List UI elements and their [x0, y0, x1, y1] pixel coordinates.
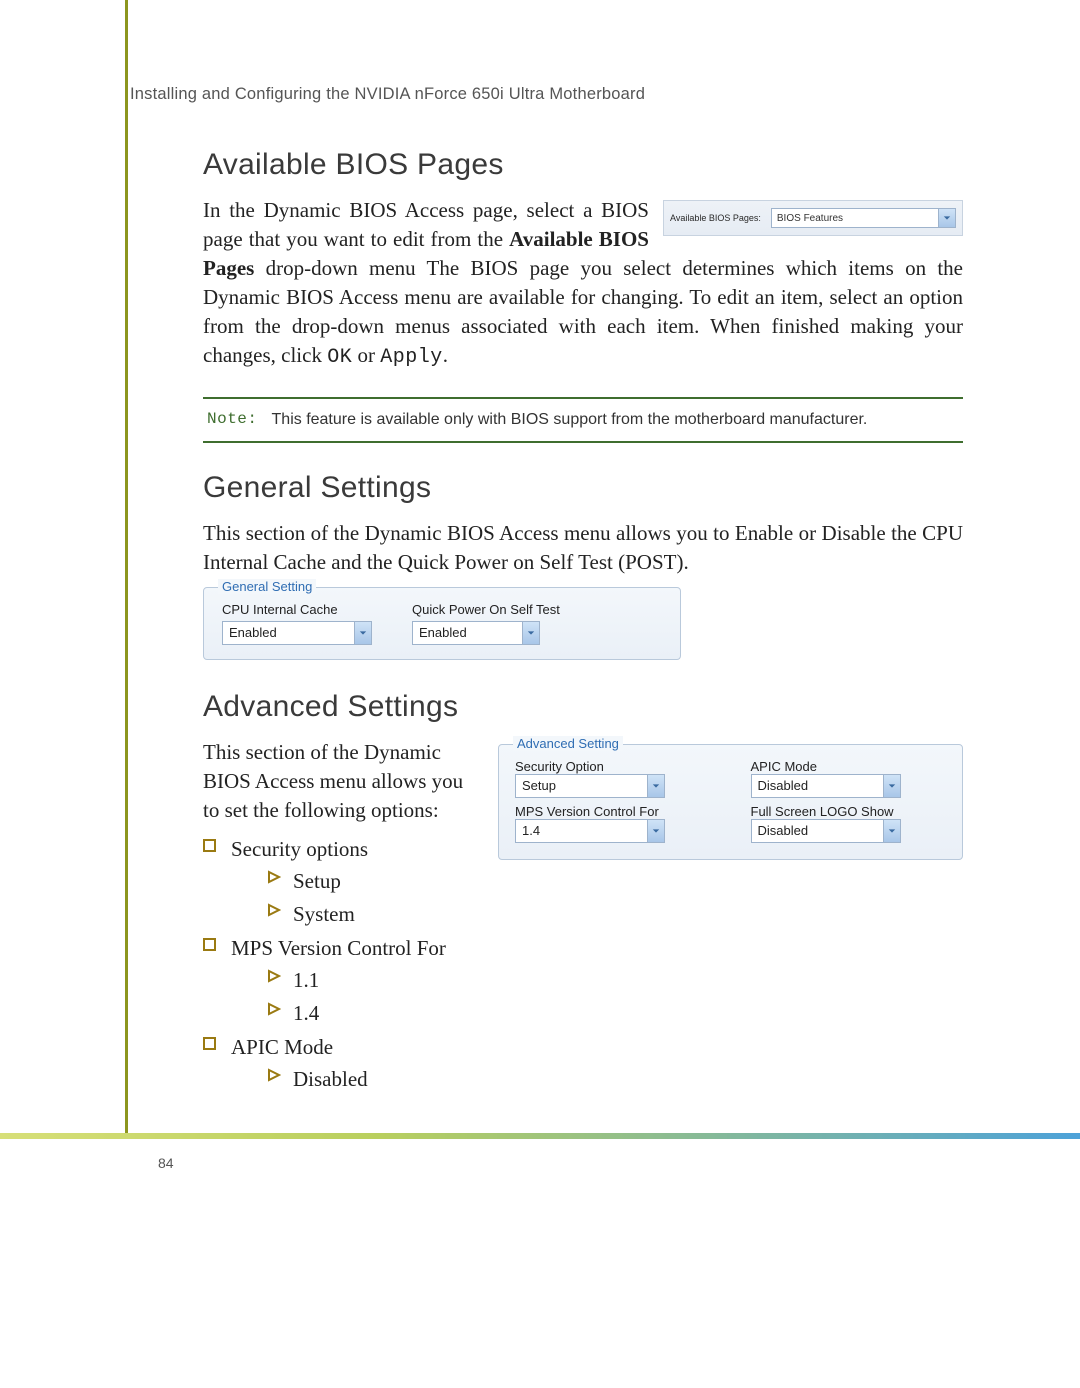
list-item: 1.4 [267, 999, 963, 1027]
left-margin-rule [125, 0, 128, 1135]
square-bullet-icon [203, 839, 216, 852]
footer-gradient-bar [0, 1133, 1080, 1139]
square-bullet-icon [203, 938, 216, 951]
general-setting-legend: General Setting [218, 579, 316, 594]
ok-literal: OK [327, 346, 352, 369]
apic-mode-select[interactable]: Disabled [751, 774, 901, 798]
triangle-bullet-icon [267, 969, 281, 983]
page: Installing and Configuring the NVIDIA nF… [0, 0, 1080, 1388]
adv-col-right: APIC Mode Disabled Full Screen LOGO Show… [751, 759, 947, 843]
triangle-bullet-icon [267, 1068, 281, 1082]
heading-advanced-settings: Advanced Settings [203, 690, 963, 724]
square-bullet-icon [203, 1037, 216, 1050]
available-bios-pages-select[interactable]: BIOS Features [771, 208, 956, 228]
quick-post-label: Quick Power On Self Test [412, 602, 560, 617]
cpu-cache-value: Enabled [229, 625, 277, 640]
security-option-select[interactable]: Setup [515, 774, 665, 798]
security-option-label: Security Option [515, 759, 711, 774]
bullet-mps-version: MPS Version Control For [231, 936, 446, 960]
quick-post-value: Enabled [419, 625, 467, 640]
chevron-down-icon [354, 622, 371, 644]
note-text: This feature is available only with BIOS… [272, 409, 868, 431]
apic-mode-label: APIC Mode [751, 759, 947, 774]
triangle-bullet-icon [267, 1002, 281, 1016]
chevron-down-icon [522, 622, 539, 644]
bullet-security-options: Security options [231, 837, 368, 861]
adv-col-left: Security Option Setup MPS Version Contro… [515, 759, 711, 843]
page-number: 84 [158, 1155, 174, 1171]
general-body: This section of the Dynamic BIOS Access … [203, 519, 963, 577]
list-item: Security options Setup System [203, 835, 963, 928]
list-item: MPS Version Control For 1.1 1.4 [203, 934, 963, 1027]
sublist: Setup System [267, 867, 963, 928]
bullet-1-4: 1.4 [293, 1001, 319, 1025]
available-intro-block: Available BIOS Pages: BIOS Features In t… [203, 196, 963, 381]
triangle-bullet-icon [267, 903, 281, 917]
sublist: 1.1 1.4 [267, 966, 963, 1027]
chevron-down-icon [938, 209, 955, 227]
figure-available-bios-pages: Available BIOS Pages: BIOS Features [663, 200, 963, 236]
quick-post-select[interactable]: Enabled [412, 621, 540, 645]
bullet-system: System [293, 902, 355, 926]
chevron-down-icon [647, 775, 664, 797]
advanced-setting-legend: Advanced Setting [513, 736, 623, 751]
apply-literal: Apply [380, 346, 443, 369]
quick-post-col: Quick Power On Self Test Enabled [412, 602, 560, 645]
list-item: 1.1 [267, 966, 963, 994]
available-bios-pages-label: Available BIOS Pages: [670, 213, 761, 223]
intro-or: or [352, 343, 380, 367]
cpu-cache-col: CPU Internal Cache Enabled [222, 602, 372, 645]
chevron-down-icon [883, 775, 900, 797]
heading-available-bios-pages: Available BIOS Pages [203, 148, 963, 182]
triangle-bullet-icon [267, 870, 281, 884]
cpu-cache-select[interactable]: Enabled [222, 621, 372, 645]
security-option-value: Setup [522, 778, 556, 793]
advanced-bullet-list: Security options Setup System [203, 835, 963, 1094]
note-label: Note: [207, 409, 258, 431]
cpu-cache-label: CPU Internal Cache [222, 602, 372, 617]
bullet-apic-mode: APIC Mode [231, 1035, 333, 1059]
note-box: Note: This feature is available only wit… [203, 397, 963, 443]
bullet-disabled: Disabled [293, 1067, 368, 1091]
content-area: Available BIOS Pages Available BIOS Page… [203, 148, 963, 1098]
list-item: APIC Mode Disabled [203, 1033, 963, 1094]
list-item: Disabled [267, 1065, 963, 1093]
advanced-block: Advanced Setting Security Option Setup M… [203, 738, 963, 1098]
general-setting-row: CPU Internal Cache Enabled Quick Power O… [222, 602, 662, 645]
figure-general-setting: General Setting CPU Internal Cache Enabl… [203, 587, 681, 660]
available-bios-pages-value: BIOS Features [777, 213, 843, 224]
running-head: Installing and Configuring the NVIDIA nF… [130, 85, 645, 104]
sublist: Disabled [267, 1065, 963, 1093]
intro-end: . [443, 343, 448, 367]
heading-general-settings: General Settings [203, 471, 963, 505]
apic-mode-value: Disabled [758, 778, 809, 793]
list-item: System [267, 900, 963, 928]
advanced-grid: Security Option Setup MPS Version Contro… [515, 759, 946, 843]
list-item: Setup [267, 867, 963, 895]
full-screen-logo-label: Full Screen LOGO Show [751, 804, 947, 819]
bullet-setup: Setup [293, 869, 341, 893]
mps-version-label: MPS Version Control For [515, 804, 711, 819]
intro-text-part2: drop-down menu The BIOS page you select … [203, 256, 963, 367]
bullet-1-1: 1.1 [293, 968, 319, 992]
